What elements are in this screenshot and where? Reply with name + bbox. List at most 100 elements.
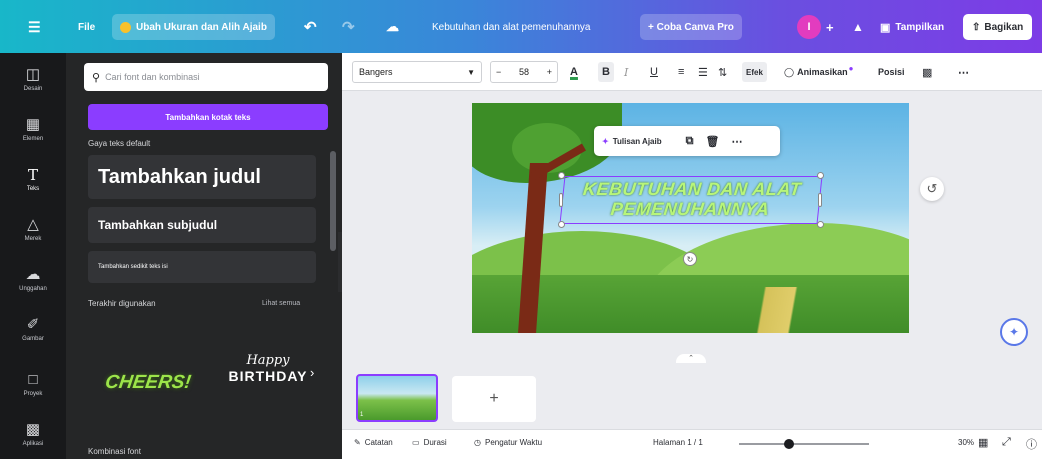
regenerate-icon[interactable]: ↺ (920, 177, 944, 201)
text-color-button[interactable]: A (570, 62, 578, 82)
try-pro-button[interactable]: + Coba Canva Pro (640, 14, 742, 40)
text-icon: T (27, 166, 38, 184)
upload-icon: ☁ (25, 266, 41, 283)
resize-handle[interactable] (817, 221, 824, 228)
redo-icon[interactable]: ↷ (342, 14, 355, 40)
menu-icon[interactable]: ☰ (28, 14, 41, 40)
spacing-icon[interactable]: ⇅ (718, 62, 727, 82)
cloud-saved-icon[interactable]: ☁ (386, 14, 399, 40)
page-thumbnail[interactable]: 1 (356, 374, 438, 422)
rail-item-apps[interactable]: ▩ Aplikasi (0, 408, 66, 459)
share-icon: ⇧ (972, 21, 981, 33)
rail-item-elements[interactable]: ▦ Elemen (0, 103, 66, 155)
animate-icon: ◯ (784, 66, 795, 77)
rotate-handle[interactable]: ↻ (683, 252, 697, 266)
fullscreen-icon[interactable]: ⤢ (1002, 436, 1011, 449)
font-size-stepper[interactable]: − 58 + (490, 61, 558, 83)
rail-item-uploads[interactable]: ☁ Unggahan (0, 253, 66, 305)
list-icon[interactable]: ☰ (698, 62, 708, 82)
effects-button[interactable]: Efek (742, 62, 767, 82)
apps-icon: ▩ (25, 421, 41, 438)
resize-handle[interactable] (558, 221, 565, 228)
font-search[interactable]: ⚲ (84, 63, 328, 91)
timer-button[interactable]: ◷ Pengatur Waktu (474, 438, 542, 447)
zoom-slider-thumb[interactable] (784, 439, 794, 449)
side-handle[interactable] (818, 193, 822, 207)
add-page-button[interactable]: + (452, 376, 536, 422)
rail-item-brand[interactable]: △ Merek (0, 203, 66, 255)
add-heading-card[interactable]: Tambahkan judul (88, 155, 316, 199)
panel-scrollbar[interactable] (330, 151, 336, 251)
animate-label: Animasikan (797, 67, 848, 77)
crown-icon (120, 21, 131, 33)
trash-icon[interactable]: 🗑 (705, 135, 719, 148)
add-subheading-card[interactable]: Tambahkan subjudul (88, 207, 316, 243)
cheers-template[interactable]: CHEERS! (103, 365, 192, 401)
see-all-link[interactable]: Lihat semua (262, 300, 300, 307)
italic-button[interactable]: I (624, 62, 628, 82)
position-button[interactable]: Posisi (878, 62, 905, 82)
underline-button[interactable]: U (650, 62, 658, 82)
page-number: 1 (360, 412, 364, 418)
transparency-icon[interactable]: ▩ (922, 62, 932, 82)
duplicate-icon[interactable]: ⧉ (686, 135, 694, 148)
timer-label: Pengatur Waktu (484, 438, 543, 447)
undo-icon[interactable]: ↶ (304, 14, 317, 40)
search-input[interactable] (105, 72, 316, 82)
stats-icon[interactable]: ▲ (852, 14, 864, 40)
page-indicator[interactable]: Halaman 1 / 1 (653, 438, 703, 447)
duration-label: Durasi (423, 438, 447, 447)
more-icon[interactable]: ⋯ (731, 135, 742, 148)
rail-label: Gambar (22, 336, 44, 342)
file-menu[interactable]: File (78, 14, 95, 40)
rail-label: Unggahan (19, 286, 47, 292)
chevron-down-icon: ▼ (467, 67, 475, 77)
user-avatar[interactable]: I (797, 15, 821, 39)
add-textbox-button[interactable]: Tambahkan kotak teks (88, 104, 328, 130)
resize-handle[interactable] (558, 172, 565, 179)
font-name: Bangers (359, 67, 393, 77)
clock-icon: ◷ (474, 438, 481, 447)
add-member-icon[interactable]: + (826, 14, 834, 40)
side-handle[interactable] (559, 193, 563, 207)
rail-item-design[interactable]: ◫ Desain (0, 53, 66, 105)
decrease-size-button[interactable]: − (496, 67, 501, 77)
duration-button[interactable]: ▭ Durasi (412, 438, 447, 447)
resize-handle[interactable] (817, 172, 824, 179)
floating-menu: ✦ Tulisan Ajaib ⧉ 🗑 ⋯ (594, 126, 780, 156)
notes-button[interactable]: ✎ Catatan (354, 438, 393, 447)
zoom-slider-track[interactable] (739, 443, 869, 445)
view-button[interactable]: ▣ Tampilkan (880, 14, 944, 40)
increase-size-button[interactable]: + (547, 67, 552, 77)
chevron-right-icon[interactable]: › (310, 365, 314, 380)
rail-item-draw[interactable]: ✐ Gambar (0, 303, 66, 355)
more-options-icon[interactable]: ⋯ (958, 62, 969, 82)
resize-button[interactable]: Ubah Ukuran dan Alih Ajaib (112, 14, 275, 40)
help-icon[interactable]: ⓘ (1026, 436, 1037, 452)
add-body-card[interactable]: Tambahkan sedikit teks isi (88, 251, 316, 283)
magic-write-button[interactable]: ✦ Tulisan Ajaib (602, 137, 674, 146)
sparkle-icon: ✦ (602, 136, 609, 146)
rail-label: Aplikasi (22, 441, 44, 447)
align-icon[interactable]: ≡ (678, 62, 684, 82)
dirt-path (702, 287, 902, 333)
animate-button[interactable]: ◯ Animasikan ● (784, 62, 853, 82)
format-toolbar: Bangers ▼ − 58 + A B I U ≡ ☰ ⇅ Efek ◯ An… (342, 53, 1042, 91)
rail-label: Elemen (22, 136, 44, 142)
draw-icon: ✐ (26, 316, 40, 333)
zoom-level[interactable]: 30% (958, 438, 974, 447)
share-button[interactable]: ⇧ Bagikan (963, 14, 1033, 40)
birthday-template[interactable]: Happy BIRTHDAY (218, 353, 318, 413)
folder-icon: □ (28, 371, 38, 388)
rail-label: Proyek (23, 391, 43, 397)
document-title[interactable]: Kebutuhan dan alat pemenuhannya (432, 14, 590, 40)
rail-item-text[interactable]: T Teks (0, 153, 66, 205)
bold-button[interactable]: B (598, 62, 614, 82)
birthday-text: BIRTHDAY (228, 368, 308, 384)
font-selector[interactable]: Bangers ▼ (352, 61, 482, 83)
rail-item-projects[interactable]: □ Proyek (0, 358, 66, 410)
headline-textbox[interactable]: KEBUTUHAN DAN ALAT PEMENUHANNYA (559, 176, 823, 224)
grid-view-icon[interactable]: ▦ (978, 436, 988, 449)
font-combos-label: Kombinasi font (88, 447, 141, 456)
assistant-icon[interactable]: ✦ (1000, 318, 1028, 346)
